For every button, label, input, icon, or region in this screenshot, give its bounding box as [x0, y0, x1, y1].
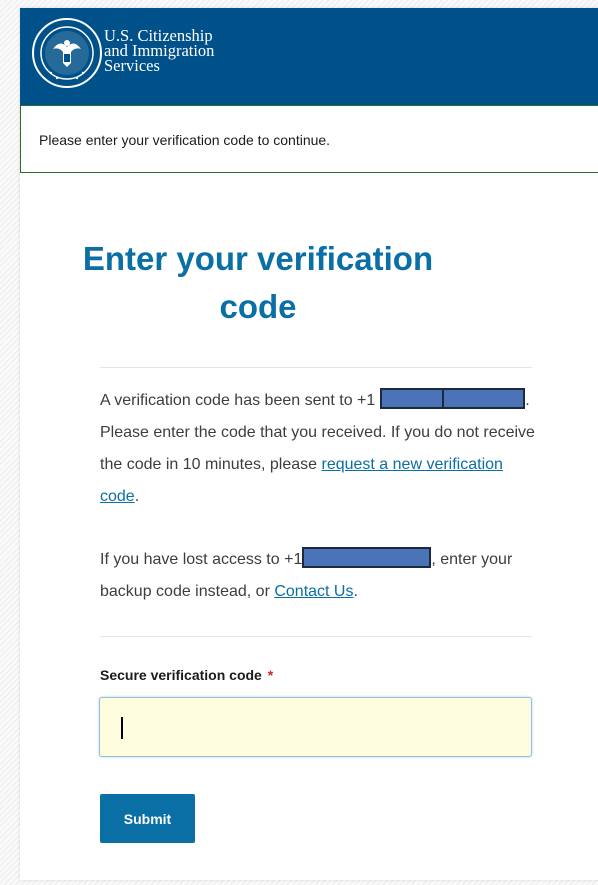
code-field-label: Secure verification code *: [100, 667, 273, 683]
alert-message: Please enter your verification code to c…: [39, 132, 331, 148]
sent-message-period: .: [134, 488, 140, 505]
site-header: U.S. Citizenship and Immigration Service…: [20, 8, 598, 105]
agency-name: U.S. Citizenship and Immigration Service…: [104, 27, 214, 75]
divider-top: [100, 367, 532, 368]
login-card: U.S. Citizenship and Immigration Service…: [20, 8, 598, 880]
contact-us-link[interactable]: Contact Us: [274, 583, 353, 600]
lost-access-period: .: [353, 583, 358, 600]
redacted-phone-part-2: [442, 388, 526, 409]
text-cursor: [121, 717, 123, 739]
sent-message-text-1: A verification code has been sent to +1: [100, 392, 376, 409]
redacted-phone: [302, 547, 432, 568]
lost-access-text-1: If you have lost access to +1: [100, 551, 303, 568]
code-field-label-text: Secure verification code: [100, 667, 262, 683]
page-title-line-1: Enter your verification: [82, 240, 434, 277]
required-marker: *: [267, 667, 274, 683]
sent-message: A verification code has been sent to +1 …: [100, 385, 540, 513]
submit-button[interactable]: Submit: [100, 794, 195, 843]
dhs-seal-icon: [32, 18, 102, 88]
agency-name-line-3: Services: [104, 56, 160, 75]
verification-code-input[interactable]: [99, 697, 532, 757]
info-alert: Please enter your verification code to c…: [20, 105, 598, 173]
lost-access-message: If you have lost access to +1, enter you…: [100, 544, 540, 608]
page-title: Enter your verification code: [76, 235, 440, 331]
page-title-line-2: code: [219, 288, 297, 325]
divider-bottom: [100, 636, 532, 637]
